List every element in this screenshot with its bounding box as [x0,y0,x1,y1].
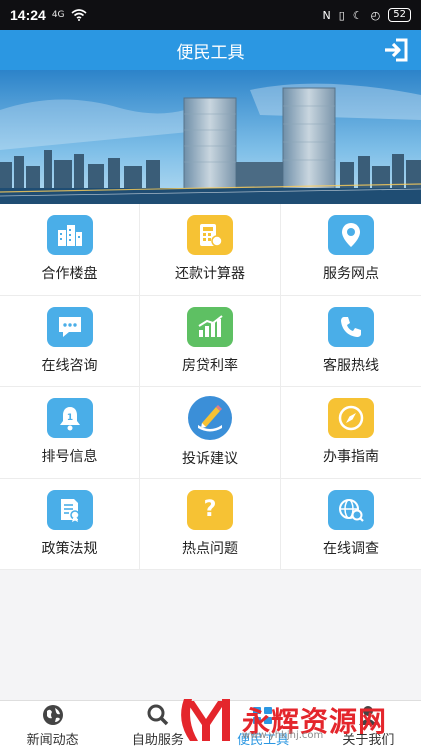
tool-label: 合作楼盘 [41,266,98,283]
nav-news[interactable]: 新闻动态 [0,701,105,750]
tools-grid: 合作楼盘 还款计算器 服务网点 在线咨询 房贷利率 客服热线 1 排号信息 投诉… [0,204,421,570]
document-icon [46,489,93,530]
vibrate-icon: ▯ [338,8,345,22]
tool-label: 排号信息 [41,449,98,466]
nfc-icon: N [322,8,331,22]
tool-label: 房贷利率 [182,357,238,374]
tool-hot-questions[interactable]: ? 热点问题 [140,478,281,570]
watermark-url: www.yhkjhj.com [242,730,324,741]
bell-number-icon: 1 [46,398,93,439]
tool-mortgage-rate[interactable]: 房贷利率 [140,295,281,387]
tool-online-survey[interactable]: 在线调查 [281,479,421,570]
moon-icon: ☾ [352,8,363,22]
watermark: 永辉资源网 www.yhkjhj.com [176,692,396,748]
tool-repayment-calculator[interactable]: 还款计算器 [140,204,281,296]
watermark-logo-icon [181,699,230,741]
globe-icon [42,705,63,725]
status-time: 14:24 [10,7,46,23]
compass-icon [328,398,374,439]
question-icon: ? [187,489,233,530]
tool-policy-regulations[interactable]: 政策法规 [0,478,140,570]
tool-label: 投诉建议 [182,451,238,468]
tool-complaints[interactable]: 投诉建议 [140,387,281,479]
logout-icon[interactable] [383,38,409,62]
search-icon [147,704,169,726]
page-title: 便民工具 [176,42,245,63]
calculator-icon [187,215,233,256]
pen-icon [188,396,232,441]
svg-text:1: 1 [66,413,72,423]
location-pin-icon [328,215,374,256]
tool-service-guide[interactable]: 办事指南 [281,387,421,479]
battery-indicator: 52 [388,8,411,22]
tool-label: 还款计算器 [175,266,245,283]
alarm-icon: ◴ [370,8,381,22]
globe-search-icon [328,489,374,530]
signal-indicator: 4G [51,10,65,20]
nav-label: 新闻动态 [26,733,79,748]
buildings-icon [46,215,93,256]
phone-icon [328,306,374,347]
tool-queue-info[interactable]: 1 排号信息 [0,387,140,479]
tool-label: 在线调查 [323,540,379,557]
wifi-icon [70,9,87,21]
tool-service-outlets[interactable]: 服务网点 [281,204,421,296]
tool-label: 服务网点 [323,266,379,283]
tool-label: 客服热线 [323,357,379,374]
chat-bubble-icon [46,306,93,347]
banner-image [0,70,421,204]
tool-label: 政策法规 [41,540,98,557]
tool-label: 热点问题 [182,540,238,557]
tool-online-consult[interactable]: 在线咨询 [0,295,140,387]
tool-service-hotline[interactable]: 客服热线 [281,296,421,387]
tool-label: 在线咨询 [41,357,98,374]
status-bar: 14:24 4G N ▯ ☾ ◴ 52 [0,0,421,30]
bar-chart-icon [187,306,233,347]
tool-label: 办事指南 [323,449,379,466]
app-header: 便民工具 [0,30,421,70]
tool-cooperative-buildings[interactable]: 合作楼盘 [0,204,140,296]
